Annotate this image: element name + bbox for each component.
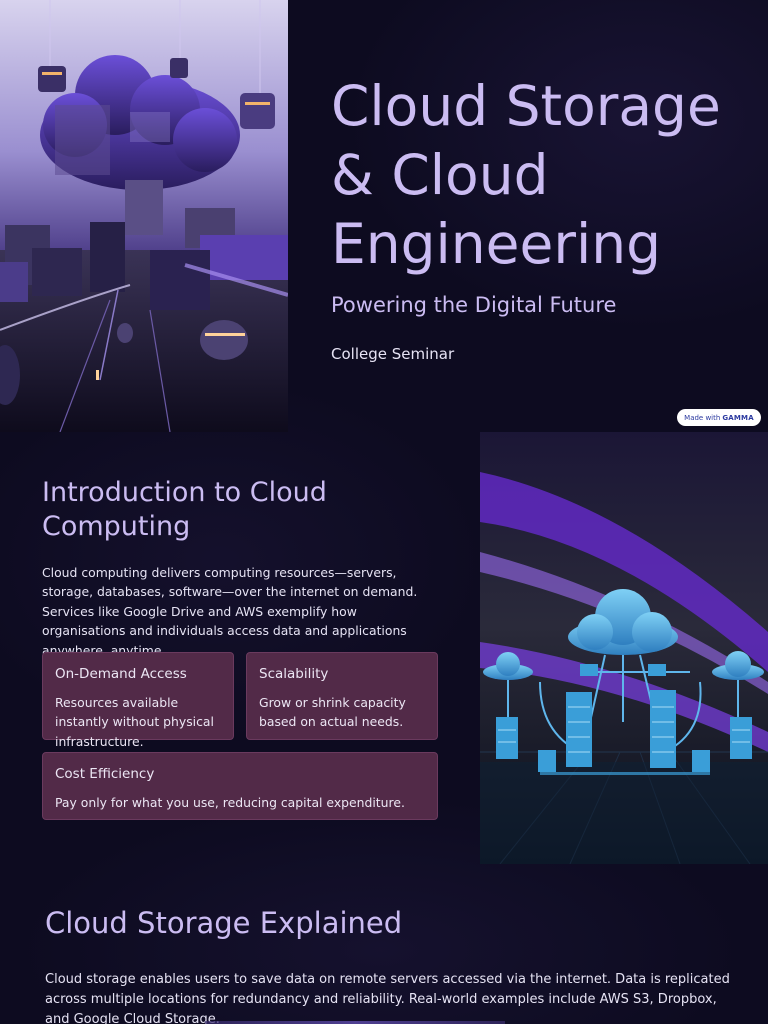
cloud-storage-section: Cloud Storage Explained Cloud storage en…	[0, 864, 768, 1024]
card-body: Resources available instantly without ph…	[55, 695, 214, 749]
made-with-gamma-badge[interactable]: Made with GAMMA	[677, 409, 761, 426]
feature-card-on-demand: On-Demand Access Resources available ins…	[42, 652, 234, 749]
gamma-logo-icon: GAMMA	[722, 413, 754, 422]
cloud-city-illustration	[0, 0, 288, 432]
badge-prefix: Made with	[684, 413, 721, 422]
section-body: Cloud computing delivers computing resou…	[42, 565, 418, 658]
title-section: Cloud Storage & Cloud Engineering Poweri…	[0, 0, 768, 432]
section-title: Cloud Storage Explained	[45, 906, 403, 940]
card-title: On-Demand Access	[55, 666, 187, 682]
presentation-title: Cloud Storage & Cloud Engineering	[331, 74, 721, 276]
feature-card-scalability: Scalability Grow or shrink capacity base…	[246, 652, 438, 740]
section-body: Cloud storage enables users to save data…	[45, 972, 730, 1024]
card-title: Scalability	[259, 666, 329, 682]
card-title: Cost Efficiency	[55, 766, 155, 782]
feature-card-cost-efficiency: Cost Efficiency Pay only for what you us…	[42, 752, 438, 820]
card-body: Grow or shrink capacity based on actual …	[259, 695, 406, 730]
presentation-subtitle: Powering the Digital Future	[331, 293, 617, 317]
section-title: Introduction to Cloud Computing	[42, 477, 327, 542]
presentation-tagline: College Seminar	[331, 345, 455, 363]
card-body: Pay only for what you use, reducing capi…	[55, 795, 405, 810]
cloud-network-illustration	[480, 432, 768, 864]
introduction-section: Introduction to Cloud Computing Cloud co…	[0, 432, 768, 864]
